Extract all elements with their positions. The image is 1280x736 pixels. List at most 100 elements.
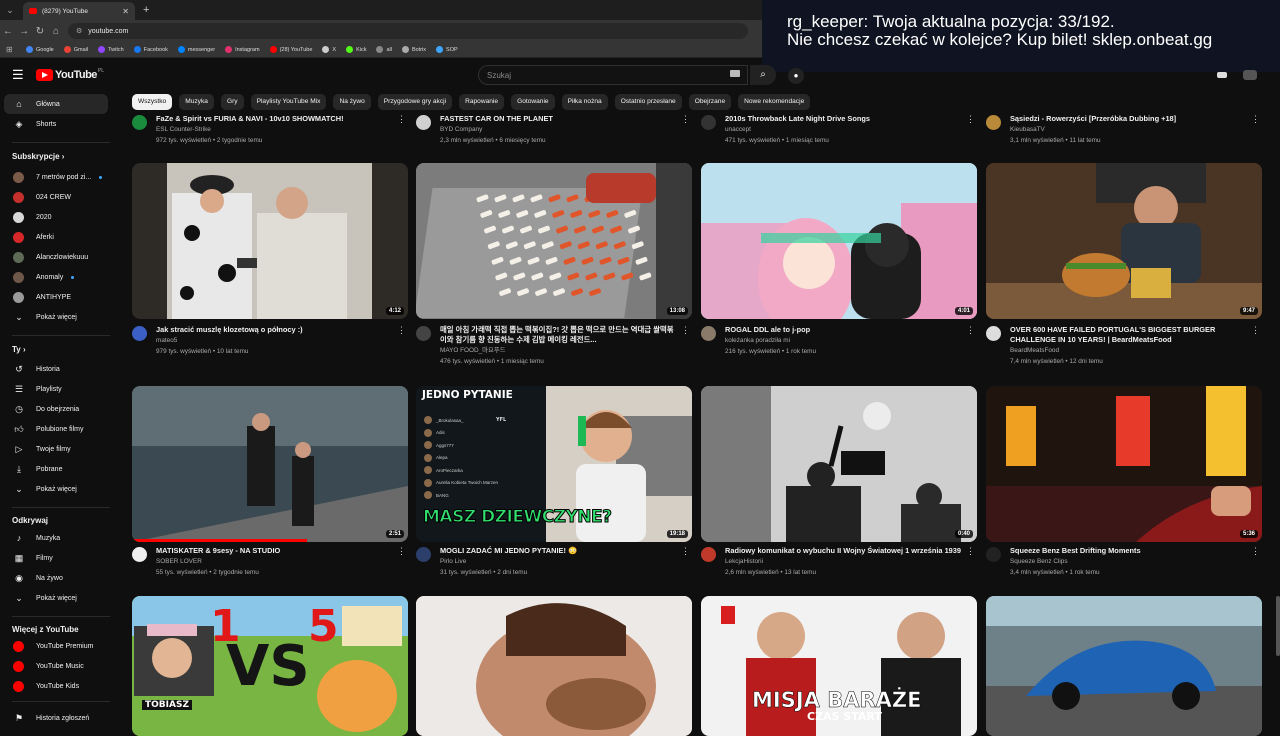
video-meta[interactable]: OVER 600 HAVE FAILED PORTUGAL'S BIGGEST … xyxy=(986,325,1260,367)
sidebar-item-live[interactable]: ◉ Na żywo xyxy=(4,568,108,588)
channel-avatar[interactable] xyxy=(701,115,716,130)
thumbnail-video-11[interactable]: MISJA BARAŻE CZAS START xyxy=(701,596,977,736)
channel-name[interactable]: koleżanka poradziła mi xyxy=(725,335,965,346)
video-meta[interactable]: MATISKATER & 9sesy - NA STUDIO SOBER LOVE… xyxy=(132,546,406,578)
channel-name[interactable]: MAYO FOOD_마요푸드 xyxy=(440,345,680,356)
bookmark-0[interactable]: Google xyxy=(26,46,54,53)
channel-name[interactable]: BeardMeatsFood xyxy=(1010,345,1250,356)
close-tab-icon[interactable]: ✕ xyxy=(122,7,129,16)
video-meta[interactable]: Sąsiedzi - Rowerzyści [Przeróbka Dubbing… xyxy=(986,114,1260,146)
more-options-icon[interactable]: ⋮ xyxy=(397,114,406,125)
sidebar-item-report-history[interactable]: ⚑ Historia zgłoszeń xyxy=(4,708,108,728)
chip-5[interactable]: Przygodowe gry akcji xyxy=(377,94,453,110)
hamburger-menu-icon[interactable]: ☰ xyxy=(12,67,26,83)
channel-name[interactable]: BYD Company xyxy=(440,124,680,135)
new-tab-icon[interactable]: + xyxy=(143,4,149,16)
thumbnail-video-6[interactable]: JEDNO PYTANIE YFL _Brokulasaa_ Adis Aggs77… xyxy=(416,386,692,542)
sidebar-item-yt-2[interactable]: YouTube Kids xyxy=(4,676,108,696)
channel-name[interactable]: unaccept xyxy=(725,124,965,135)
video-title[interactable]: FaZe & Spirit vs FURIA & NAVI - 10v10 SH… xyxy=(156,114,396,124)
thumbnail-video-3[interactable]: 4:01 xyxy=(701,163,977,319)
more-options-icon[interactable]: ⋮ xyxy=(1251,114,1260,125)
channel-avatar[interactable] xyxy=(132,326,147,341)
search-button[interactable]: ⌕ xyxy=(750,65,776,85)
chip-11[interactable]: Nowe rekomendacje xyxy=(738,94,811,110)
thumbnail-video-12[interactable] xyxy=(986,596,1262,736)
channel-avatar[interactable] xyxy=(701,547,716,562)
video-meta[interactable]: FASTEST CAR ON THE PLANET BYD Company 2,3 … xyxy=(416,114,690,146)
chip-6[interactable]: Rapowanie xyxy=(459,94,505,110)
more-options-icon[interactable]: ⋮ xyxy=(966,546,975,557)
sidebar-explore-header[interactable]: Odkrywaj xyxy=(12,516,48,525)
chip-2[interactable]: Gry xyxy=(220,94,244,110)
channel-name[interactable]: SOBER LOVER xyxy=(156,556,396,567)
sidebar-item-playlist[interactable]: ☰ Playlisty xyxy=(4,379,108,399)
sidebar-subscriptions-header[interactable]: Subskrypcje › xyxy=(12,152,64,161)
keyboard-icon[interactable] xyxy=(730,70,740,77)
bookmark-11[interactable]: SOP xyxy=(436,46,458,53)
channel-avatar[interactable] xyxy=(416,547,431,562)
bookmark-3[interactable]: Facebook xyxy=(133,46,168,53)
chip-7[interactable]: Gotowanie xyxy=(511,94,555,110)
video-meta[interactable]: ROGAL DDL ale to j-pop koleżanka poradził… xyxy=(701,325,975,357)
thumbnail-video-2[interactable]: 13:08 xyxy=(416,163,692,319)
sidebar-subscription-4[interactable]: Alanczlowiekuuu xyxy=(4,247,108,267)
browser-tab[interactable]: (8279) YouTube ✕ xyxy=(23,2,135,20)
video-title[interactable]: FASTEST CAR ON THE PLANET xyxy=(440,114,680,124)
channel-avatar[interactable] xyxy=(416,326,431,341)
thumbnail-video-9[interactable]: 1 5 VS TOBIASZ xyxy=(132,596,408,736)
sidebar-item-download[interactable]: ⤓ Pobrane xyxy=(4,459,108,479)
video-title[interactable]: ROGAL DDL ale to j-pop xyxy=(725,325,965,335)
back-icon[interactable]: ← xyxy=(0,26,16,37)
thumbnail-video-1[interactable]: 4:12 xyxy=(132,163,408,319)
bookmark-9[interactable]: all xyxy=(376,46,392,53)
channel-name[interactable]: LekcjaHistorii xyxy=(725,556,965,567)
youtube-logo[interactable]: YouTube PL xyxy=(36,68,104,81)
chip-0[interactable]: Wszystko xyxy=(132,94,173,110)
video-title[interactable]: Squeeze Benz Best Drifting Moments xyxy=(1010,546,1250,556)
bookmark-1[interactable]: Gmail xyxy=(63,46,88,53)
sidebar-subscription-2[interactable]: 2020 xyxy=(4,207,108,227)
sidebar-subscription-0[interactable]: 7 metrów pod zi... xyxy=(4,167,108,187)
bookmark-6[interactable]: (28) YouTube xyxy=(269,46,312,53)
video-title[interactable]: 매일 아침 가래떡 직접 뽑는 떡볶이집?! 갓 뽑은 떡으로 만드는 역대급 … xyxy=(440,325,680,345)
sidebar-show-more-subs[interactable]: ⌄ Pokaż więcej xyxy=(4,307,108,327)
channel-avatar[interactable] xyxy=(986,326,1001,341)
scrollbar-thumb[interactable] xyxy=(1276,596,1280,656)
more-options-icon[interactable]: ⋮ xyxy=(1251,546,1260,557)
more-options-icon[interactable]: ⋮ xyxy=(1251,325,1260,336)
video-title[interactable]: 2010s Throwback Late Night Drive Songs xyxy=(725,114,965,124)
chip-8[interactable]: Piłka nożna xyxy=(561,94,608,110)
sidebar-item-film[interactable]: ▦ Filmy xyxy=(4,548,108,568)
sidebar-item-home[interactable]: ⌂ Główna xyxy=(4,94,108,114)
sidebar-item-yt-1[interactable]: YouTube Music xyxy=(4,656,108,676)
channel-avatar[interactable] xyxy=(132,115,147,130)
sidebar-subscription-6[interactable]: ANTIHYPE xyxy=(4,287,108,307)
video-meta[interactable]: Jak stracić muszlę klozetową o północy :… xyxy=(132,325,406,357)
chip-4[interactable]: Na żywo xyxy=(333,94,371,110)
create-icon[interactable] xyxy=(1217,72,1227,78)
sidebar-more-header[interactable]: Więcej z YouTube xyxy=(12,625,79,634)
thumbnail-video-4[interactable]: 9:47 xyxy=(986,163,1262,319)
search-input[interactable]: Szukaj xyxy=(478,65,748,85)
video-title[interactable]: Radiowy komunikat o wybuchu II Wojny Świ… xyxy=(725,546,965,556)
sidebar-you-header[interactable]: Ty › xyxy=(12,345,26,354)
channel-avatar[interactable] xyxy=(416,115,431,130)
thumbnail-video-7[interactable]: 0:40 xyxy=(701,386,977,542)
sidebar-subscription-3[interactable]: Aferki xyxy=(4,227,108,247)
video-title[interactable]: MOGLI ZADAĆ MI JEDNO PYTANIE! 😳 xyxy=(440,546,680,556)
reload-icon[interactable]: ↻ xyxy=(32,26,48,37)
avatar[interactable] xyxy=(1243,70,1257,80)
chip-1[interactable]: Muzyka xyxy=(179,94,214,110)
sidebar-show-more-explore[interactable]: ⌄ Pokaż więcej xyxy=(4,588,108,608)
sidebar-item-music[interactable]: ♪ Muzyka xyxy=(4,528,108,548)
channel-avatar[interactable] xyxy=(986,115,1001,130)
sidebar-subscription-1[interactable]: 024 CREW xyxy=(4,187,108,207)
sidebar-item-shorts[interactable]: ◈ Shorts xyxy=(4,114,108,134)
channel-name[interactable]: ESL Counter-Strike xyxy=(156,124,396,135)
video-meta[interactable]: 2010s Throwback Late Night Drive Songs un… xyxy=(701,114,975,146)
site-info-icon[interactable]: ⚙ xyxy=(76,27,82,35)
more-options-icon[interactable]: ⋮ xyxy=(681,546,690,557)
sidebar-item-like[interactable]: 👍︎ Polubione filmy xyxy=(4,419,108,439)
video-title[interactable]: MATISKATER & 9sesy - NA STUDIO xyxy=(156,546,396,556)
